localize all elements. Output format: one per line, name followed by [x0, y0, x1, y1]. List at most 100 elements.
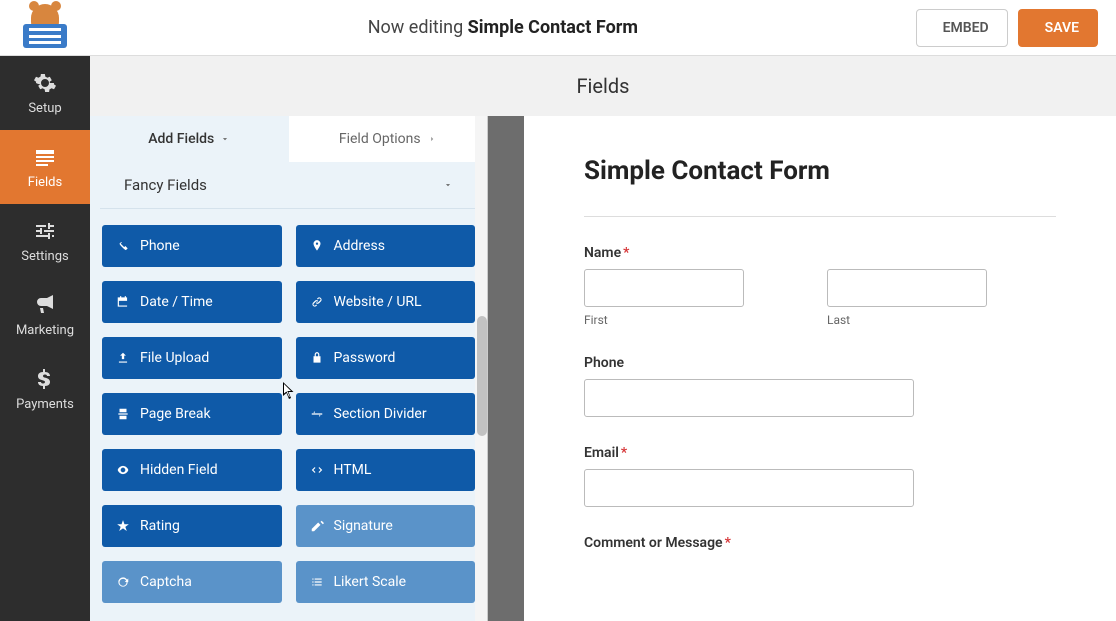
field-label: Website / URL — [334, 294, 422, 310]
tab-label: Field Options — [339, 131, 421, 147]
map-pin-icon — [310, 239, 324, 253]
name-label: Name* — [584, 245, 1056, 261]
link-icon — [310, 295, 324, 309]
phone-icon — [116, 239, 130, 253]
field-phone[interactable]: Phone — [584, 355, 1056, 417]
last-sublabel: Last — [827, 313, 1056, 327]
field-file-upload[interactable]: File Upload — [102, 337, 282, 379]
app-logo — [0, 8, 90, 48]
bullhorn-icon — [33, 293, 57, 317]
page-heading: Fields — [90, 56, 1116, 116]
top-actions: EMBED SAVE — [916, 9, 1116, 47]
field-label: Captcha — [140, 574, 192, 590]
field-label: Rating — [140, 518, 180, 534]
field-website-url[interactable]: Website / URL — [296, 281, 476, 323]
form-icon — [33, 145, 57, 169]
gear-icon — [33, 71, 57, 95]
field-email[interactable]: Email* — [584, 445, 1056, 507]
eye-off-icon — [116, 463, 130, 477]
top-bar: Now editing Simple Contact Form EMBED SA… — [0, 0, 1116, 56]
section-title: Fancy Fields — [124, 176, 207, 194]
editing-prefix: Now editing — [368, 17, 468, 38]
field-grid: Phone Address Date / Time Website / URL … — [90, 209, 487, 619]
page-break-icon — [116, 407, 130, 421]
phone-input[interactable] — [584, 379, 914, 417]
comment-label: Comment or Message* — [584, 535, 1056, 551]
nav-label: Settings — [21, 249, 68, 264]
side-nav: Setup Fields Settings Marketing Payments — [0, 56, 90, 621]
embed-label: EMBED — [943, 20, 989, 36]
nav-fields[interactable]: Fields — [0, 130, 90, 204]
field-date-time[interactable]: Date / Time — [102, 281, 282, 323]
field-hidden[interactable]: Hidden Field — [102, 449, 282, 491]
field-likert[interactable]: Likert Scale — [296, 561, 476, 603]
form-title: Simple Contact Form — [584, 156, 1056, 186]
nav-label: Setup — [28, 101, 61, 116]
chevron-down-icon — [443, 180, 453, 190]
required-mark: * — [725, 535, 731, 551]
form-name: Simple Contact Form — [468, 17, 638, 38]
field-html[interactable]: HTML — [296, 449, 476, 491]
field-captcha[interactable]: Captcha — [102, 561, 282, 603]
field-label: Hidden Field — [140, 462, 218, 478]
field-comment[interactable]: Comment or Message* — [584, 535, 1056, 551]
lock-icon — [310, 351, 324, 365]
star-icon — [116, 519, 130, 533]
last-name-input[interactable] — [827, 269, 987, 307]
section-fancy-fields[interactable]: Fancy Fields — [100, 162, 477, 209]
sliders-icon — [33, 219, 57, 243]
pencil-icon — [310, 519, 324, 533]
field-password[interactable]: Password — [296, 337, 476, 379]
nav-label: Marketing — [16, 323, 74, 338]
email-input[interactable] — [584, 469, 914, 507]
nav-marketing[interactable]: Marketing — [0, 278, 90, 352]
first-sublabel: First — [584, 313, 813, 327]
field-rating[interactable]: Rating — [102, 505, 282, 547]
required-mark: * — [623, 245, 629, 261]
divider — [584, 216, 1056, 217]
dollar-icon — [33, 367, 57, 391]
tab-label: Add Fields — [148, 131, 214, 147]
field-signature[interactable]: Signature — [296, 505, 476, 547]
upload-icon — [116, 351, 130, 365]
form-preview[interactable]: Simple Contact Form Name* First Last Pho… — [524, 116, 1116, 621]
code-icon — [310, 463, 324, 477]
field-address[interactable]: Address — [296, 225, 476, 267]
list-icon — [310, 575, 324, 589]
tab-add-fields[interactable]: Add Fields — [90, 116, 289, 162]
field-label: Section Divider — [334, 406, 427, 422]
save-label: SAVE — [1045, 20, 1079, 36]
tab-field-options[interactable]: Field Options — [289, 116, 488, 162]
page-heading-text: Fields — [577, 74, 630, 98]
nav-payments[interactable]: Payments — [0, 352, 90, 426]
chevron-down-icon — [220, 134, 230, 144]
first-name-input[interactable] — [584, 269, 744, 307]
fields-panel: Add Fields Field Options Fancy Fields Ph… — [90, 116, 488, 621]
field-label: Date / Time — [140, 294, 213, 310]
field-section-divider[interactable]: Section Divider — [296, 393, 476, 435]
field-label: HTML — [334, 462, 372, 478]
field-label: Likert Scale — [334, 574, 407, 590]
divider-icon — [310, 407, 324, 421]
scroll-thumb[interactable] — [477, 316, 487, 436]
field-name[interactable]: Name* First Last — [584, 245, 1056, 327]
email-label: Email* — [584, 445, 1056, 461]
chevron-right-icon — [427, 134, 437, 144]
field-label: File Upload — [140, 350, 209, 366]
nav-settings[interactable]: Settings — [0, 204, 90, 278]
required-mark: * — [621, 445, 627, 461]
field-phone[interactable]: Phone — [102, 225, 282, 267]
editing-title: Now editing Simple Contact Form — [90, 17, 916, 38]
preview-pane: Simple Contact Form Name* First Last Pho… — [488, 116, 1116, 621]
field-page-break[interactable]: Page Break — [102, 393, 282, 435]
field-label: Phone — [140, 238, 180, 254]
phone-label: Phone — [584, 355, 1056, 371]
nav-setup[interactable]: Setup — [0, 56, 90, 130]
save-button[interactable]: SAVE — [1018, 9, 1098, 47]
embed-button[interactable]: EMBED — [916, 9, 1008, 47]
calendar-icon — [116, 295, 130, 309]
field-label: Page Break — [140, 406, 211, 422]
panel-scrollbar[interactable] — [475, 116, 487, 621]
field-label: Password — [334, 350, 396, 366]
field-label: Signature — [334, 518, 393, 534]
